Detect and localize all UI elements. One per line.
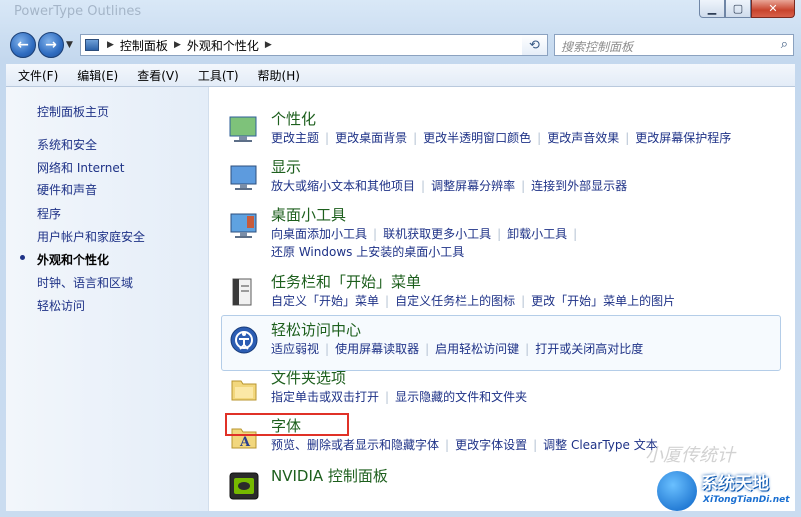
refresh-icon[interactable]: ⟲ <box>522 34 548 56</box>
personalization-icon <box>229 114 259 144</box>
watermark-logo-icon <box>657 471 697 511</box>
control-panel-icon <box>85 39 99 51</box>
recent-pages-dropdown-icon[interactable]: ▼ <box>66 40 73 50</box>
caption-buttons: ▁ ▢ ✕ <box>699 0 795 18</box>
menu-file[interactable]: 文件(F) <box>6 67 65 84</box>
link-font-settings[interactable]: 更改字体设置 <box>455 438 527 452</box>
fonts-highlight-box <box>225 413 349 436</box>
link-taskbar-icons[interactable]: 自定义任务栏上的图标 <box>395 294 515 308</box>
title-bar: PowerType Outlines ▁ ▢ ✕ <box>0 0 801 26</box>
menu-bar: 文件(F) 编辑(E) 查看(V) 工具(T) 帮助(H) <box>6 64 795 87</box>
search-placeholder: 搜索控制面板 <box>561 40 634 54</box>
explorer-window: PowerType Outlines ▁ ▢ ✕ ← → ▼ ▶ 控制面板 ▶ … <box>0 0 801 517</box>
sidebar-item-ease-of-access[interactable]: 轻松访问 <box>37 297 85 314</box>
link-restore-gadgets[interactable]: 还原 Windows 上安装的桌面小工具 <box>271 245 464 259</box>
sidebar-item-clock-language[interactable]: 时钟、语言和区域 <box>37 274 133 291</box>
sidebar-item-hardware[interactable]: 硬件和声音 <box>37 181 97 198</box>
link-preview-fonts[interactable]: 预览、删除或者显示和隐藏字体 <box>271 438 439 452</box>
category-links: 预览、删除或者显示和隐藏字体 | 更改字体设置 | 调整 ClearType 文本 <box>271 438 658 452</box>
link-show-hidden-files[interactable]: 显示隐藏的文件和文件夹 <box>395 390 527 404</box>
link-screensaver[interactable]: 更改屏幕保护程序 <box>635 131 731 145</box>
sidebar: 控制面板主页 系统和安全 网络和 Internet 硬件和声音 程序 用户帐户和… <box>6 87 209 511</box>
sidebar-item-appearance[interactable]: 外观和个性化 <box>37 251 109 268</box>
link-change-theme[interactable]: 更改主题 <box>271 131 319 145</box>
link-add-gadgets[interactable]: 向桌面添加小工具 <box>271 227 367 241</box>
menu-tools[interactable]: 工具(T) <box>186 67 246 84</box>
svg-text:A: A <box>239 435 251 450</box>
watermark-faint-text: 小厦传统计 <box>645 445 735 466</box>
category-links: 指定单击或双击打开 | 显示隐藏的文件和文件夹 <box>271 390 528 404</box>
category-title[interactable]: 桌面小工具 <box>271 204 346 225</box>
category-links-row2: 还原 Windows 上安装的桌面小工具 <box>271 243 464 260</box>
sidebar-item-system-security[interactable]: 系统和安全 <box>37 136 97 153</box>
back-arrow-icon[interactable]: ← <box>10 32 36 58</box>
link-uninstall-gadget[interactable]: 卸载小工具 <box>507 227 567 241</box>
link-external-display[interactable]: 连接到外部显示器 <box>531 179 627 193</box>
gadgets-icon <box>229 210 259 240</box>
forward-arrow-icon[interactable]: → <box>38 32 64 58</box>
navigation-bar: ← → ▼ ▶ 控制面板 ▶ 外观和个性化 ▶ ▼ ⟲ 搜索控制面板 ⌕ <box>8 32 795 60</box>
menu-edit[interactable]: 编辑(E) <box>65 67 125 84</box>
display-icon <box>229 162 259 192</box>
minimize-icon[interactable]: ▁ <box>699 0 725 18</box>
sidebar-item-user-accounts[interactable]: 用户帐户和家庭安全 <box>37 228 145 245</box>
watermark: 小厦传统计 系统天地 XiTongTianDi.net <box>645 445 797 515</box>
folder-icon <box>229 373 259 403</box>
ease-of-access-icon <box>229 325 259 355</box>
menu-view[interactable]: 查看(V) <box>125 67 186 84</box>
search-input[interactable]: 搜索控制面板 ⌕ <box>554 34 794 56</box>
link-access-keys[interactable]: 启用轻松访问键 <box>435 342 519 356</box>
current-item-bullet-icon <box>20 255 25 260</box>
link-high-contrast[interactable]: 打开或关闭高对比度 <box>535 342 643 356</box>
watermark-url-text: XiTongTianDi.net <box>703 495 790 505</box>
address-bar[interactable]: ▶ 控制面板 ▶ 外观和个性化 ▶ ▼ <box>80 34 548 56</box>
category-title[interactable]: 显示 <box>271 156 301 177</box>
nvidia-icon <box>229 471 259 501</box>
maximize-icon[interactable]: ▢ <box>725 0 751 18</box>
link-window-color[interactable]: 更改半透明窗口颜色 <box>423 131 531 145</box>
chevron-right-icon[interactable]: ▶ <box>265 40 272 50</box>
close-icon[interactable]: ✕ <box>751 0 795 18</box>
link-cleartype[interactable]: 调整 ClearType 文本 <box>543 438 658 452</box>
sidebar-home[interactable]: 控制面板主页 <box>37 103 109 120</box>
watermark-main-text: 系统天地 <box>701 474 769 494</box>
link-resolution[interactable]: 调整屏幕分辨率 <box>431 179 515 193</box>
category-links: 向桌面添加小工具 | 联机获取更多小工具 | 卸载小工具 | <box>271 227 578 241</box>
category-links: 更改主题 | 更改桌面背景 | 更改半透明窗口颜色 | 更改声音效果 | 更改屏幕保护程序 <box>271 131 732 145</box>
category-title[interactable]: 个性化 <box>271 108 316 129</box>
category-title[interactable]: 任务栏和「开始」菜单 <box>271 271 421 292</box>
category-links: 自定义「开始」菜单 | 自定义任务栏上的图标 | 更改「开始」菜单上的图片 <box>271 294 676 308</box>
menu-help[interactable]: 帮助(H) <box>246 67 307 84</box>
link-start-picture[interactable]: 更改「开始」菜单上的图片 <box>531 294 675 308</box>
breadcrumb-control-panel[interactable]: 控制面板 <box>120 37 168 54</box>
link-single-double-click[interactable]: 指定单击或双击打开 <box>271 390 379 404</box>
link-customize-start[interactable]: 自定义「开始」菜单 <box>271 294 379 308</box>
link-low-vision[interactable]: 适应弱视 <box>271 342 319 356</box>
breadcrumb-appearance[interactable]: 外观和个性化 <box>187 37 259 54</box>
sidebar-item-network[interactable]: 网络和 Internet <box>37 159 124 176</box>
chevron-right-icon[interactable]: ▶ <box>107 40 114 50</box>
category-title[interactable]: NVIDIA 控制面板 <box>271 465 388 486</box>
sidebar-item-programs[interactable]: 程序 <box>37 205 61 222</box>
chevron-right-icon[interactable]: ▶ <box>174 40 181 50</box>
category-links: 适应弱视 | 使用屏幕读取器 | 启用轻松访问键 | 打开或关闭高对比度 <box>271 342 644 356</box>
link-screen-reader[interactable]: 使用屏幕读取器 <box>335 342 419 356</box>
link-sound-effects[interactable]: 更改声音效果 <box>547 131 619 145</box>
category-title[interactable]: 文件夹选项 <box>271 367 346 388</box>
category-links: 放大或缩小文本和其他项目 | 调整屏幕分辨率 | 连接到外部显示器 <box>271 179 628 193</box>
window-title: PowerType Outlines <box>14 4 142 19</box>
link-desktop-background[interactable]: 更改桌面背景 <box>335 131 407 145</box>
link-text-size[interactable]: 放大或缩小文本和其他项目 <box>271 179 415 193</box>
link-more-gadgets[interactable]: 联机获取更多小工具 <box>383 227 491 241</box>
category-title[interactable]: 轻松访问中心 <box>271 319 361 340</box>
taskbar-icon <box>229 277 259 307</box>
search-icon[interactable]: ⌕ <box>781 37 788 52</box>
